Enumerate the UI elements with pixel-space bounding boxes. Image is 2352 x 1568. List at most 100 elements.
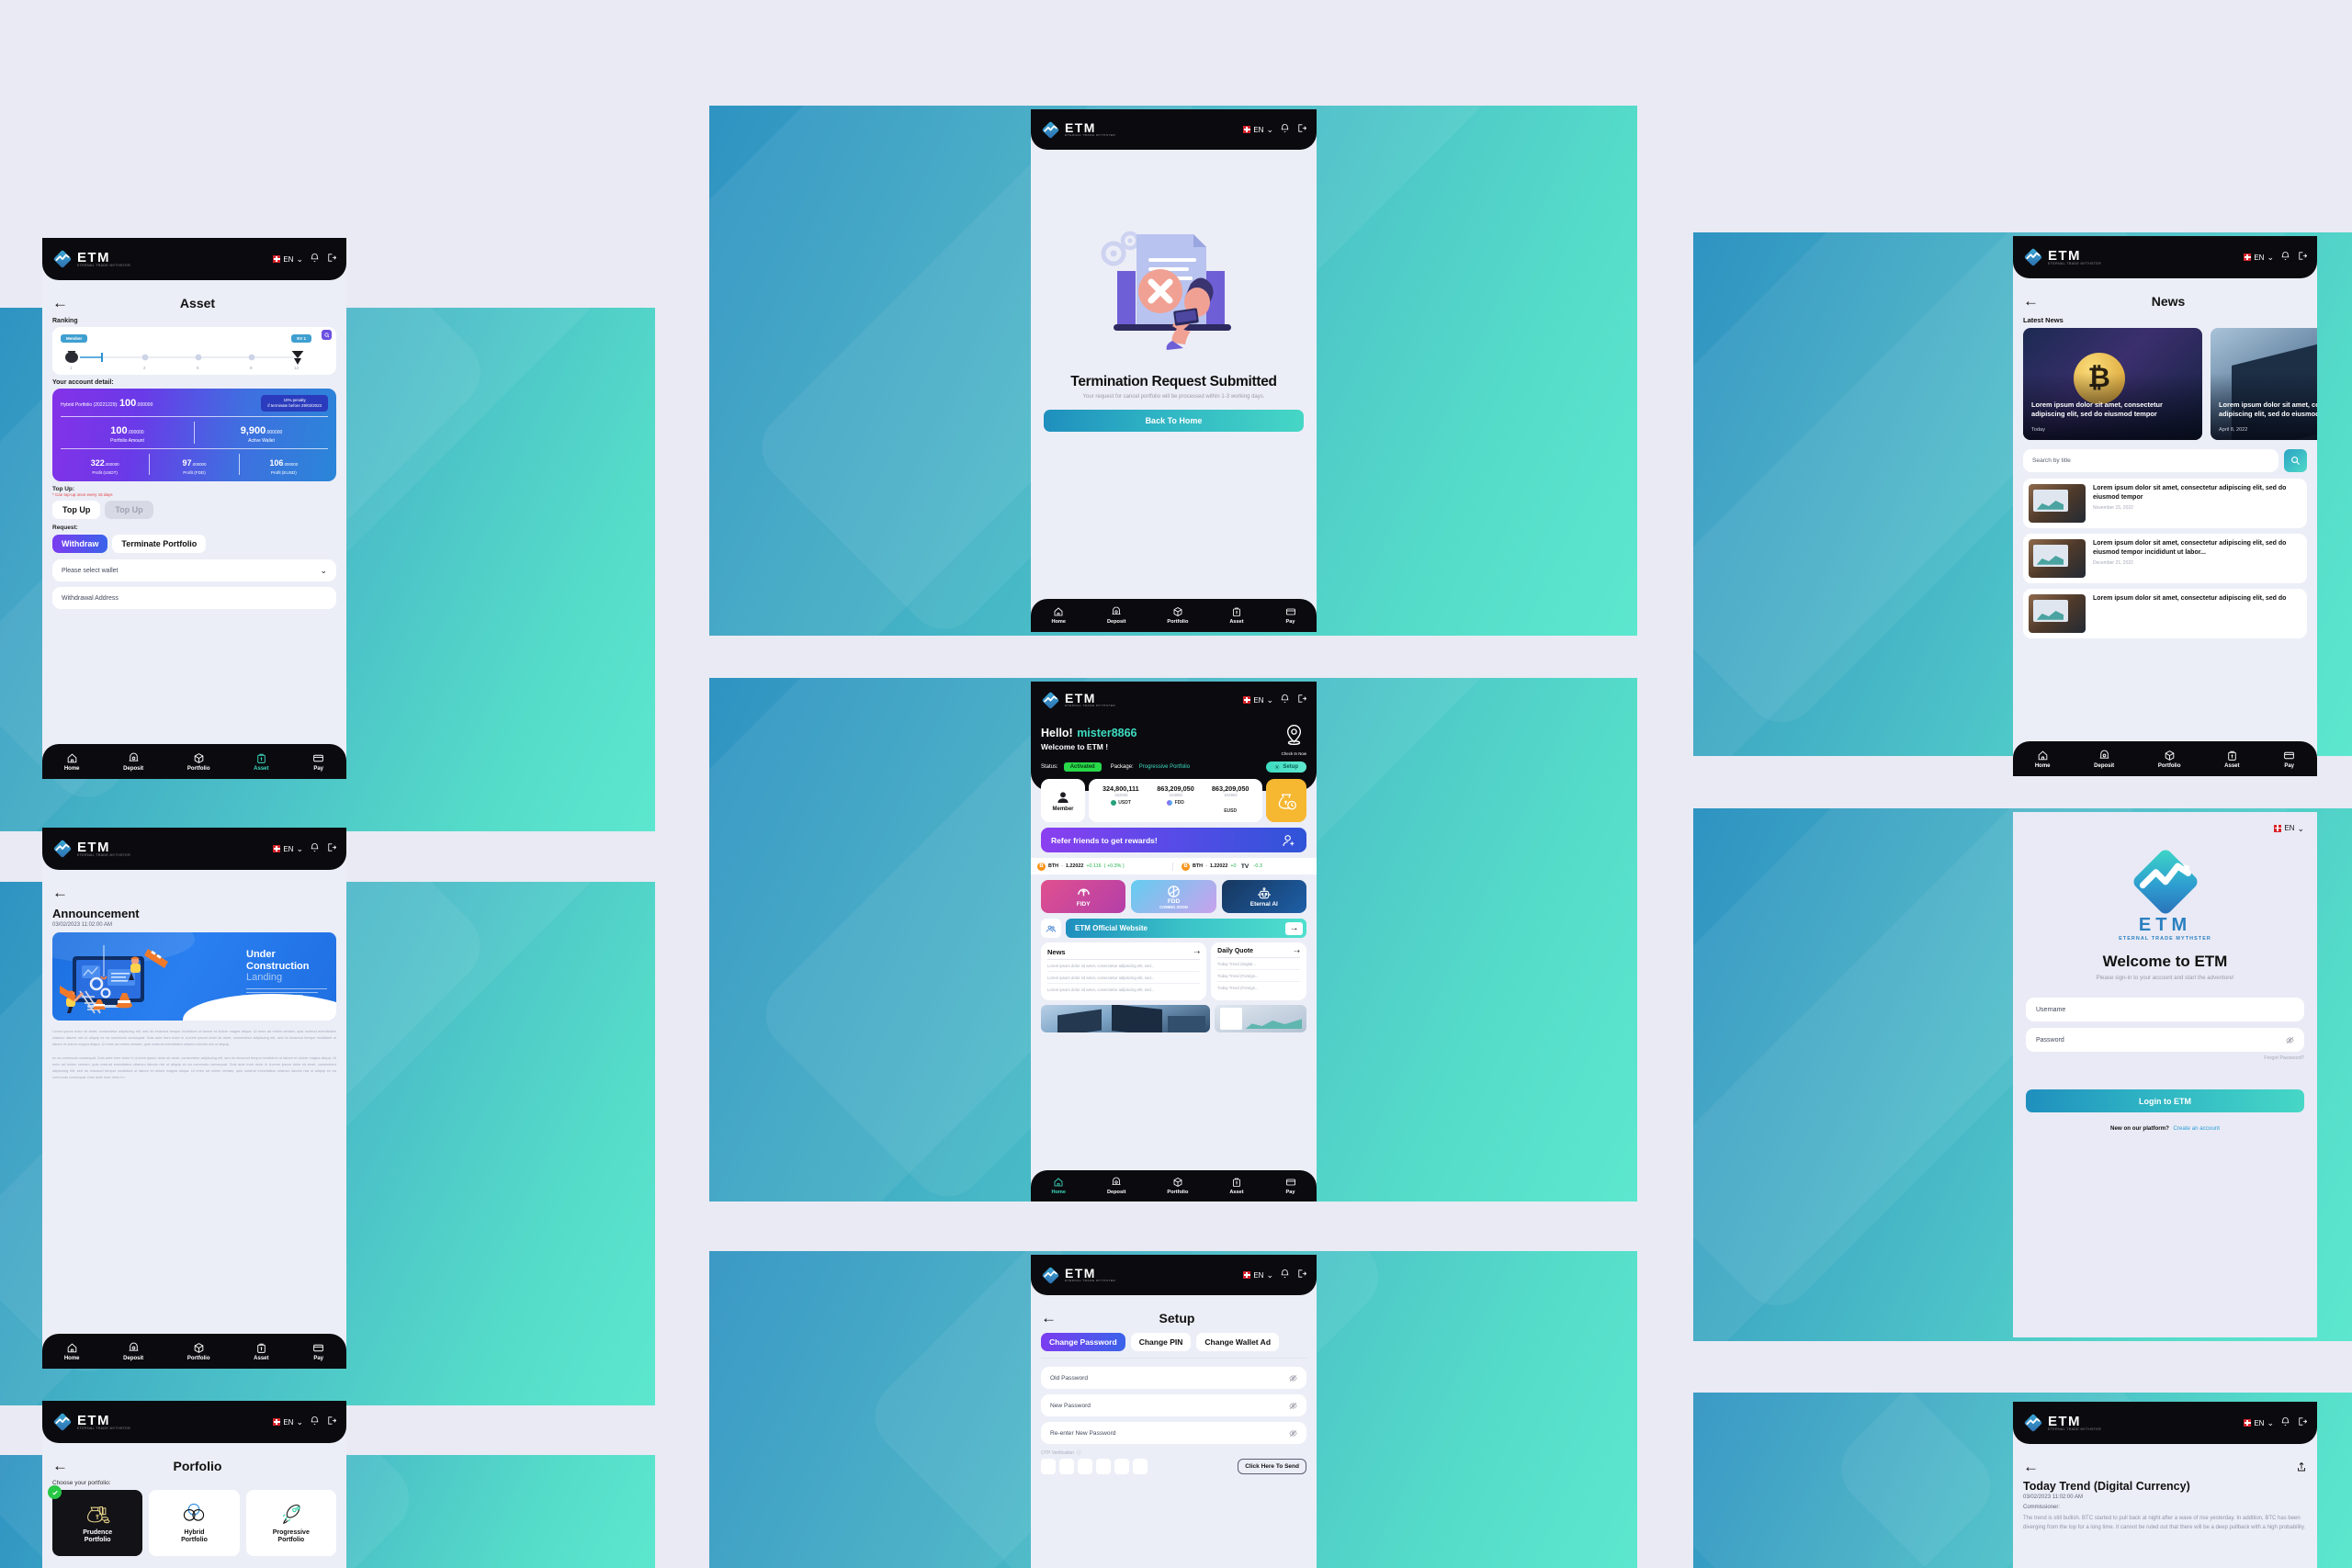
news-search-button[interactable] — [2284, 449, 2307, 472]
news-list-item[interactable]: Lorem ipsum dolor sit amet, consectetur … — [2023, 589, 2307, 638]
nav-asset[interactable]: Asset — [2224, 750, 2240, 769]
eye-off-icon[interactable] — [1289, 1402, 1297, 1410]
otp-box[interactable] — [1096, 1459, 1111, 1474]
language-selector[interactable]: EN ⌄ — [1243, 1271, 1273, 1280]
back-button[interactable]: ← — [2023, 1459, 2039, 1474]
setup-button[interactable]: Setup — [1266, 761, 1306, 773]
back-to-home-button[interactable]: Back To Home — [1044, 410, 1304, 432]
old-password-field[interactable]: Old Password — [1041, 1367, 1306, 1389]
topup-button[interactable]: Top Up — [52, 501, 101, 520]
logout-icon[interactable] — [1296, 692, 1307, 708]
language-selector[interactable]: EN ⌄ — [273, 845, 303, 853]
nav-portfolio[interactable]: Portfolio — [1167, 606, 1188, 625]
language-selector[interactable]: EN ⌄ — [273, 1418, 303, 1427]
nav-home[interactable]: Home — [1051, 606, 1066, 625]
featured-news-card[interactable]: Lorem ipsum dolor sit amet, consectetur … — [2211, 328, 2317, 440]
nav-pay[interactable]: Pay — [1285, 606, 1296, 625]
bell-icon[interactable] — [1280, 121, 1290, 138]
logout-icon[interactable] — [1296, 1267, 1307, 1283]
login-button[interactable]: Login to ETM — [2026, 1089, 2304, 1112]
bell-icon[interactable] — [2280, 249, 2290, 265]
nav-home[interactable]: Home — [64, 1342, 80, 1361]
logout-icon[interactable] — [326, 251, 337, 267]
quote-item[interactable]: Today Trend (Foreign... — [1217, 970, 1300, 982]
tile-fdd[interactable]: FDD COMING SOON — [1131, 880, 1216, 913]
nav-pay[interactable]: Pay — [2283, 750, 2295, 769]
refer-banner[interactable]: Refer friends to get rewards! — [1041, 828, 1306, 852]
tab-change-wallet-address[interactable]: Change Wallet Ad — [1196, 1333, 1280, 1351]
logout-icon[interactable] — [2297, 249, 2308, 265]
nav-pay[interactable]: Pay — [1285, 1177, 1296, 1195]
language-selector[interactable]: EN ⌄ — [1243, 696, 1273, 705]
tab-change-password[interactable]: Change Password — [1041, 1333, 1125, 1351]
facebook-icon[interactable]: f — [246, 1010, 247, 1015]
nav-home[interactable]: Home — [1051, 1177, 1066, 1195]
portfolio-option-progressive[interactable]: Progressive Portfolio — [245, 1490, 336, 1556]
news-item[interactable]: Lorem ipsum dolor sit amet, consectetur … — [1047, 960, 1201, 972]
bell-icon[interactable] — [310, 251, 320, 267]
withdraw-tab[interactable]: Withdraw — [52, 535, 108, 554]
nav-asset[interactable]: Asset — [1229, 606, 1244, 625]
eye-off-icon[interactable] — [1289, 1429, 1297, 1438]
check-in-button[interactable]: Check In Now — [1282, 724, 1306, 756]
eye-off-icon[interactable] — [2286, 1036, 2294, 1044]
nav-asset[interactable]: Asset — [254, 752, 269, 772]
language-selector[interactable]: EN ⌄ — [2244, 1419, 2274, 1427]
nav-portfolio[interactable]: Portfolio — [187, 1342, 210, 1361]
logout-icon[interactable] — [2297, 1415, 2308, 1431]
forgot-password-link[interactable]: Forgot Password? — [2026, 1055, 2304, 1061]
nav-deposit[interactable]: Deposit — [123, 752, 143, 772]
nav-portfolio[interactable]: Portfolio — [2158, 750, 2181, 769]
nav-pay[interactable]: Pay — [312, 752, 324, 772]
twitter-icon[interactable]: ✈ — [265, 1010, 268, 1015]
info-icon[interactable]: ⓘ — [1077, 1450, 1081, 1456]
language-selector[interactable]: EN ⌄ — [2244, 254, 2274, 262]
portfolio-option-hybrid[interactable]: Hybrid Portfolio — [149, 1490, 240, 1556]
quote-item[interactable]: Today Trend (Foreign... — [1217, 982, 1300, 993]
featured-news-carousel[interactable]: ₿ Lorem ipsum dolor sit amet, consectetu… — [2023, 328, 2317, 440]
tab-change-pin[interactable]: Change PIN — [1130, 1333, 1192, 1351]
nav-deposit[interactable]: Deposit — [123, 1342, 143, 1361]
back-button[interactable]: ← — [52, 885, 336, 900]
password-field[interactable]: Password — [2026, 1028, 2304, 1052]
nav-home[interactable]: Home — [2035, 750, 2051, 769]
bell-icon[interactable] — [1280, 692, 1290, 708]
username-field[interactable]: Username — [2026, 998, 2304, 1021]
bell-icon[interactable] — [310, 1414, 320, 1430]
news-search-input[interactable]: Search by title — [2023, 449, 2278, 472]
tile-eternal-ai[interactable]: Eternal AI — [1221, 880, 1306, 913]
otp-box[interactable] — [1114, 1459, 1129, 1474]
nav-asset[interactable]: Asset — [1229, 1177, 1244, 1195]
terminate-portfolio-tab[interactable]: Terminate Portfolio — [112, 535, 207, 554]
nav-deposit[interactable]: Deposit — [2094, 750, 2114, 769]
bell-icon[interactable] — [2280, 1415, 2290, 1431]
bell-icon[interactable] — [1280, 1267, 1290, 1283]
share-icon[interactable] — [2296, 1461, 2307, 1472]
portfolio-option-prudence[interactable]: Prudence Portfolio — [48, 1485, 143, 1556]
otp-box[interactable] — [1078, 1459, 1092, 1474]
nav-portfolio[interactable]: Portfolio — [187, 752, 210, 772]
quote-item[interactable]: Today Trend (Digital... — [1217, 958, 1300, 970]
wallet-select[interactable]: Please select wallet ⌄ — [52, 559, 336, 582]
nav-pay[interactable]: Pay — [312, 1342, 324, 1361]
nav-deposit[interactable]: Deposit — [1107, 1177, 1125, 1195]
nav-asset[interactable]: Asset — [254, 1342, 269, 1361]
logout-icon[interactable] — [326, 1414, 337, 1430]
create-account-link[interactable]: Create an account — [2173, 1125, 2220, 1132]
otp-box[interactable] — [1133, 1459, 1148, 1474]
instagram-icon[interactable]: ▣ — [254, 1010, 258, 1015]
logout-icon[interactable] — [1296, 121, 1307, 138]
community-button[interactable] — [1041, 919, 1061, 938]
logout-icon[interactable] — [326, 840, 337, 857]
official-website-banner[interactable]: ETM Official Website → — [1066, 919, 1306, 938]
featured-news-card[interactable]: ₿ Lorem ipsum dolor sit amet, consectetu… — [2023, 328, 2202, 440]
news-list-item[interactable]: Lorem ipsum dolor sit amet, consectetur … — [2023, 479, 2307, 528]
ranking-search-icon[interactable] — [322, 330, 332, 340]
promo-image-buildings[interactable] — [1041, 1005, 1211, 1032]
otp-box[interactable] — [1059, 1459, 1074, 1474]
wallet-history-button[interactable] — [1266, 779, 1306, 822]
withdraw-address-input[interactable]: Withdrawal Address — [52, 587, 336, 610]
news-list-item[interactable]: Lorem ipsum dolor sit amet, consectetur … — [2023, 534, 2307, 583]
tile-fidy[interactable]: FIDY — [1041, 880, 1126, 913]
language-selector[interactable]: EN ⌄ — [273, 255, 303, 264]
